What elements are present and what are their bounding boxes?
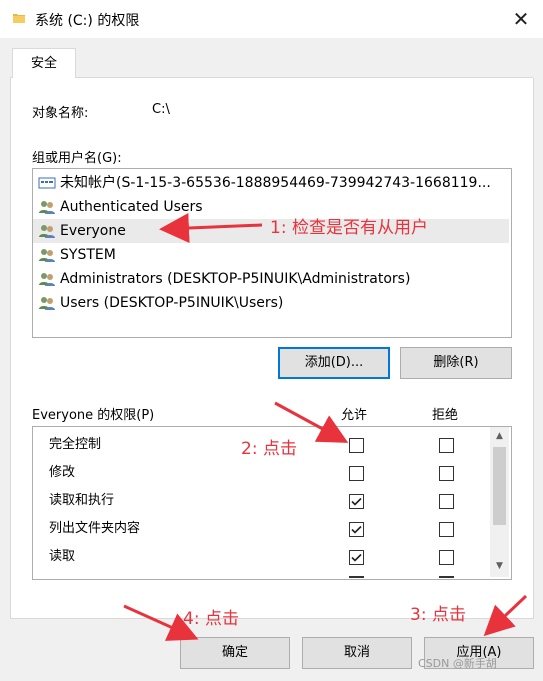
annotation-text-1: 1: 检查是否有从用户: [270, 218, 428, 238]
annotation-text-3: 3: 点击: [410, 605, 466, 625]
annotation-text-4: 4: 点击: [183, 609, 239, 629]
annotation-arrow-1: [159, 213, 263, 243]
annotation-arrow-3: [483, 594, 528, 637]
watermark: CSDN @新手胡: [418, 657, 497, 670]
annotation-arrows: [123, 213, 528, 641]
annotation-text-2: 2: 点击: [241, 439, 297, 459]
